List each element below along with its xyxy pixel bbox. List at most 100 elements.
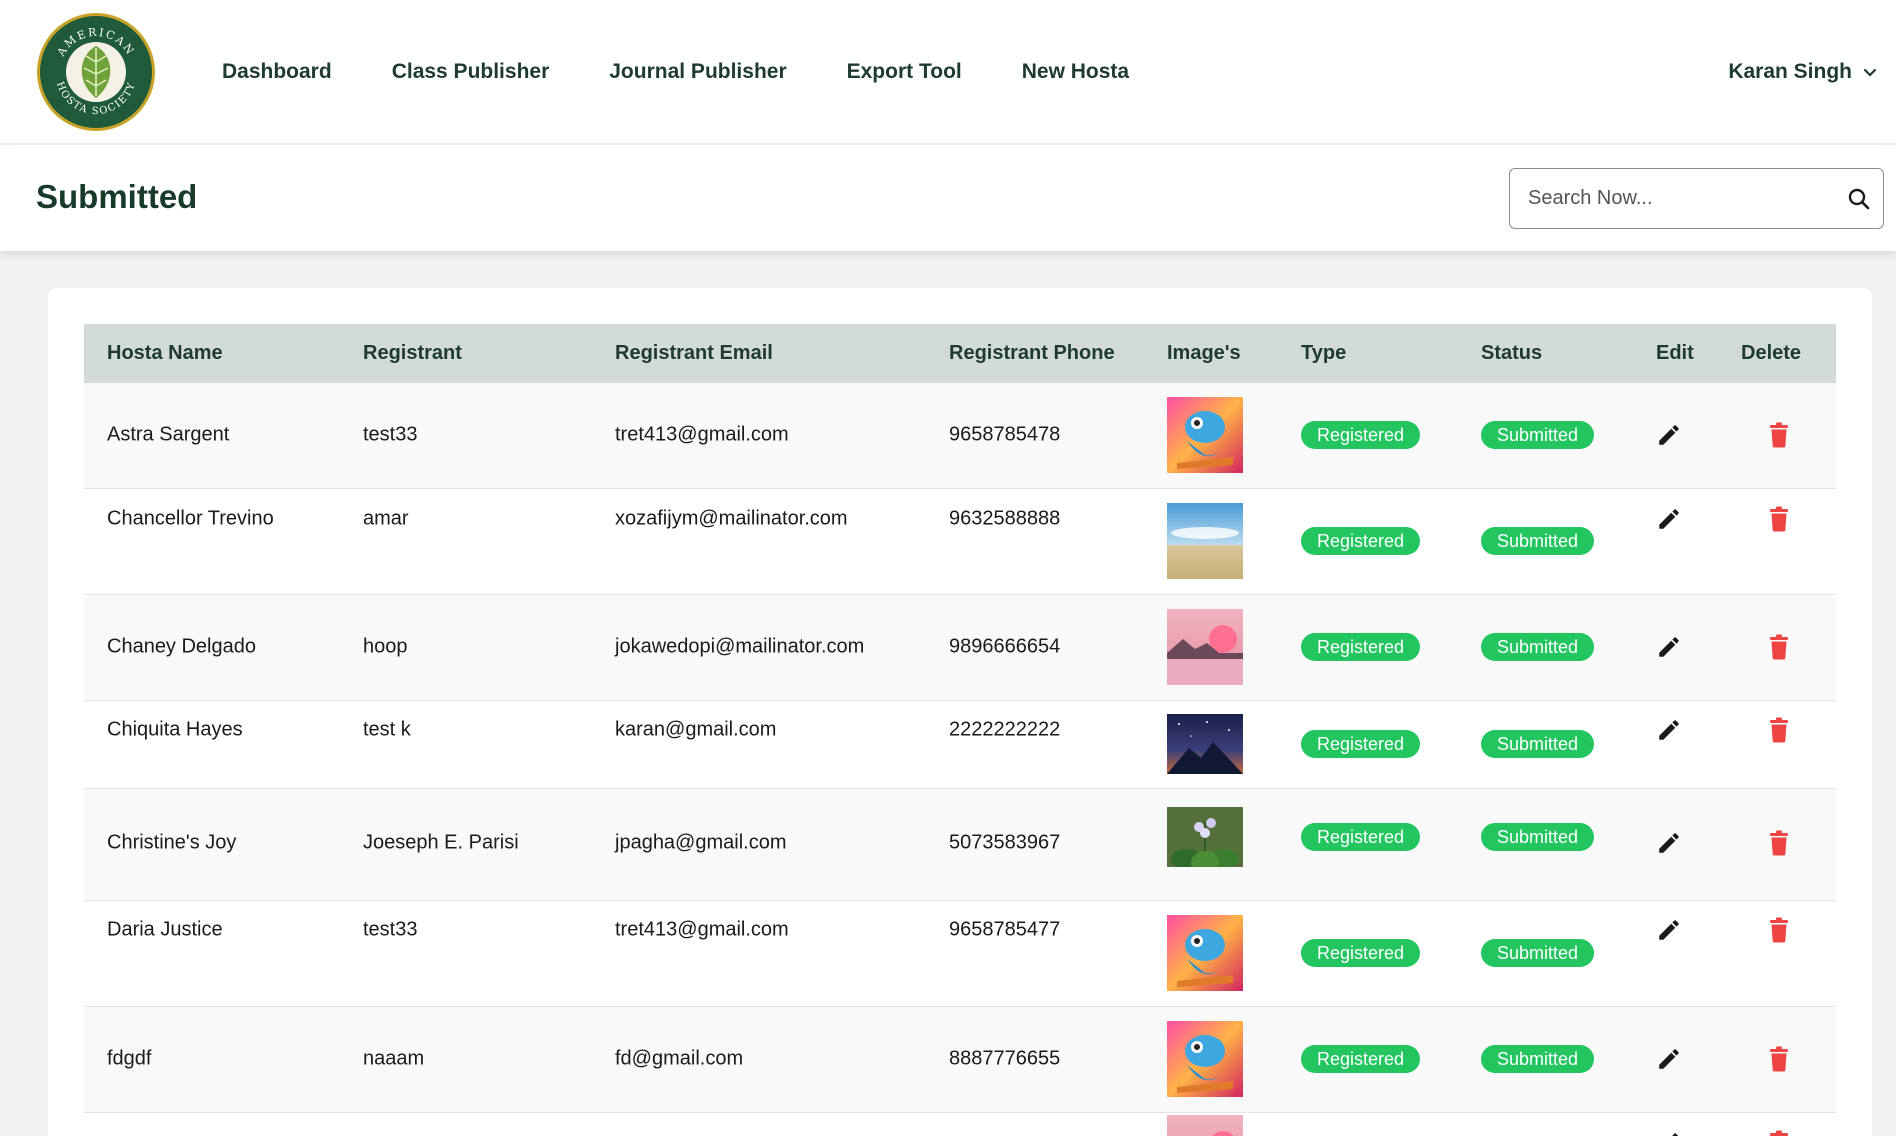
col-registrant-phone[interactable]: Registrant Phone [949, 324, 1115, 383]
table-body: Astra Sargent test33 tret413@gmail.com 9… [84, 383, 1836, 1136]
status-badge: Submitted [1481, 633, 1595, 661]
hosta-name-cell[interactable]: Daria Justice [107, 919, 223, 942]
type-badge: Registered [1301, 527, 1421, 555]
table-row: Christine's Joy Joeseph E. Parisi jpagha… [84, 789, 1836, 901]
search-input[interactable] [1510, 169, 1830, 228]
registrant-phone-cell: 9896666654 [949, 635, 1061, 658]
type-badge: Registered [1301, 823, 1421, 851]
page-title: Submitted [36, 178, 198, 215]
registrant-email-cell: karan@gmail.com [615, 718, 777, 741]
delete-trash-icon[interactable] [1767, 917, 1791, 943]
edit-pencil-icon[interactable] [1656, 506, 1682, 532]
search-icon[interactable] [1847, 187, 1871, 211]
table-row: Chaney Delgado hoop jokawedopi@mailinato… [84, 595, 1836, 701]
nav-dashboard[interactable]: Dashboard [222, 60, 332, 84]
delete-trash-icon[interactable] [1767, 717, 1791, 743]
delete-trash-icon[interactable] [1767, 1130, 1791, 1136]
delete-trash-icon[interactable] [1767, 506, 1791, 532]
nav-new-hosta[interactable]: New Hosta [1022, 60, 1129, 84]
registrant-cell: test k [363, 718, 411, 741]
hosta-image-thumbnail[interactable] [1167, 714, 1243, 774]
hosta-name-cell[interactable]: Christine's Joy [107, 832, 236, 855]
top-navigation: AMERICAN HOSTA SOCIETY Dashboard Class P… [0, 0, 1896, 144]
user-name: Karan Singh [1728, 60, 1852, 83]
col-type[interactable]: Type [1301, 324, 1346, 383]
col-delete: Delete [1741, 342, 1802, 364]
table-header-row: Hosta Name Registrant Registrant Email R… [84, 324, 1836, 383]
type-badge: Registered [1301, 730, 1421, 758]
registrant-phone-cell: 9658785477 [949, 918, 1061, 941]
edit-pencil-icon[interactable] [1656, 917, 1682, 943]
table-row: Astra Sargent test33 tret413@gmail.com 9… [84, 383, 1836, 489]
hosta-image-thumbnail[interactable] [1167, 609, 1243, 685]
american-hosta-society-logo[interactable]: AMERICAN HOSTA SOCIETY [36, 12, 156, 132]
delete-trash-icon[interactable] [1767, 634, 1791, 660]
nav-class-publisher[interactable]: Class Publisher [392, 60, 550, 84]
hosta-name-cell[interactable]: fdgdf [107, 1048, 151, 1071]
registrant-email-cell: tret413@gmail.com [615, 918, 789, 941]
table-row: Daria Justice test33 tret413@gmail.com 9… [84, 901, 1836, 1007]
type-badge: Registered [1301, 939, 1421, 967]
col-registrant-email[interactable]: Registrant Email [615, 324, 773, 383]
table-row: Chancellor Trevino amar xozafijym@mailin… [84, 489, 1836, 595]
hosta-name-cell[interactable]: Chancellor Trevino [107, 508, 274, 531]
registrant-email-cell: jpagha@gmail.com [615, 831, 787, 854]
col-status[interactable]: Status [1481, 324, 1542, 383]
table-row: fdgdf naaam fd@gmail.com 8887776655 Regi… [84, 1007, 1836, 1113]
registrant-cell: naaam [363, 1047, 425, 1070]
registrant-phone-cell: 5073583967 [949, 831, 1061, 854]
registrant-phone-cell: 9658785478 [949, 423, 1061, 446]
edit-pencil-icon[interactable] [1656, 1130, 1682, 1136]
registrant-email-cell: jokawedopi@mailinator.com [615, 635, 865, 658]
col-registrant[interactable]: Registrant [363, 324, 462, 383]
registrant-email-cell: fd@gmail.com [615, 1047, 744, 1070]
hosta-name-cell[interactable]: Chaney Delgado [107, 636, 256, 659]
registrant-email-cell: xozafijym@mailinator.com [615, 507, 848, 530]
main-nav: Dashboard Class Publisher Journal Publis… [222, 0, 1189, 144]
edit-pencil-icon[interactable] [1656, 422, 1682, 448]
edit-pencil-icon[interactable] [1656, 830, 1682, 856]
edit-pencil-icon[interactable] [1656, 717, 1682, 743]
submissions-table: Hosta Name Registrant Registrant Email R… [84, 324, 1836, 1136]
status-badge: Submitted [1481, 1045, 1595, 1073]
edit-pencil-icon[interactable] [1656, 634, 1682, 660]
registrant-cell: amar [363, 507, 409, 530]
registrant-phone-cell: 2222222222 [949, 718, 1061, 741]
registrant-cell: test33 [363, 918, 418, 941]
status-badge: Submitted [1481, 939, 1595, 967]
hosta-image-thumbnail[interactable] [1167, 503, 1243, 579]
type-badge: Registered [1301, 633, 1421, 661]
hosta-name-cell[interactable]: Chiquita Hayes [107, 719, 243, 742]
delete-trash-icon[interactable] [1767, 830, 1791, 856]
hosta-image-thumbnail[interactable] [1167, 915, 1243, 991]
nav-export-tool[interactable]: Export Tool [847, 60, 962, 84]
user-menu[interactable]: Karan Singh [1728, 0, 1878, 144]
status-badge: Submitted [1481, 527, 1595, 555]
search-box [1509, 168, 1884, 229]
registrant-phone-cell: 9632588888 [949, 507, 1061, 530]
edit-pencil-icon[interactable] [1656, 1046, 1682, 1072]
hosta-image-thumbnail[interactable] [1167, 1115, 1243, 1136]
delete-trash-icon[interactable] [1767, 422, 1791, 448]
table-row [84, 1113, 1836, 1136]
delete-trash-icon[interactable] [1767, 1046, 1791, 1072]
status-badge: Submitted [1481, 730, 1595, 758]
type-badge: Registered [1301, 421, 1421, 449]
registrant-email-cell: tret413@gmail.com [615, 423, 789, 446]
registrant-phone-cell: 8887776655 [949, 1047, 1061, 1070]
hosta-image-thumbnail[interactable] [1167, 1021, 1243, 1097]
registrant-cell: test33 [363, 423, 418, 446]
table-card: Hosta Name Registrant Registrant Email R… [48, 288, 1872, 1136]
hosta-image-thumbnail[interactable] [1167, 807, 1243, 867]
col-edit: Edit [1656, 342, 1694, 364]
registrant-cell: hoop [363, 635, 408, 658]
chevron-down-icon [1863, 68, 1877, 77]
col-hosta-name[interactable]: Hosta Name [107, 324, 223, 383]
hosta-name-cell[interactable]: Astra Sargent [107, 424, 229, 447]
type-badge: Registered [1301, 1045, 1421, 1073]
status-badge: Submitted [1481, 421, 1595, 449]
page-header: Submitted [0, 145, 1896, 251]
nav-journal-publisher[interactable]: Journal Publisher [609, 60, 786, 84]
hosta-image-thumbnail[interactable] [1167, 397, 1243, 473]
registrant-cell: Joeseph E. Parisi [363, 831, 519, 854]
